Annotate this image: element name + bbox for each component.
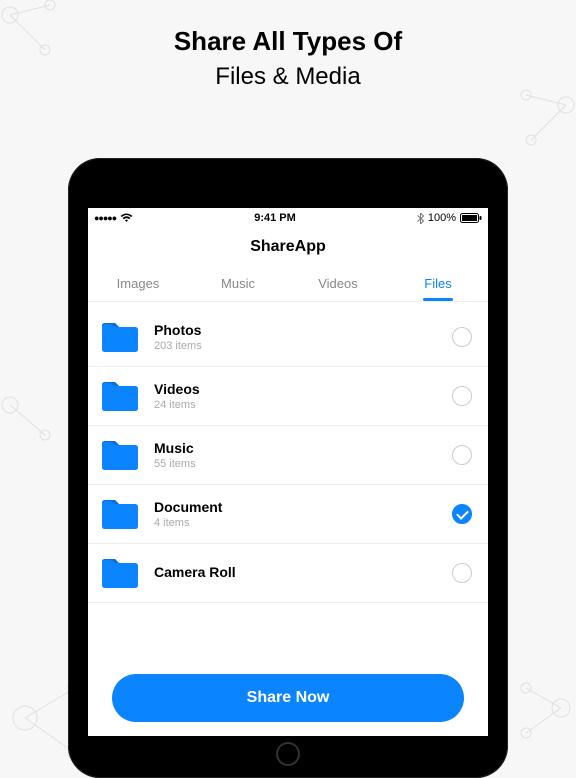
folder-count: 24 items (154, 399, 452, 411)
status-time: 9:41 PM (254, 212, 296, 224)
folder-icon (100, 497, 140, 531)
folder-name: Photos (154, 322, 452, 338)
tab-bar: ImagesMusicVideosFiles (88, 268, 488, 302)
tablet-frame: ●●●●● 9:41 PM 100% ShareApp ImagesMusicV… (68, 158, 508, 778)
folder-icon (100, 320, 140, 354)
folder-count: 4 items (154, 517, 452, 529)
folder-name: Videos (154, 381, 452, 397)
headline-line1: Share All Types Of (0, 26, 576, 57)
battery-percent: 100% (428, 212, 456, 224)
status-bar: ●●●●● 9:41 PM 100% (88, 208, 488, 228)
folder-count: 55 items (154, 458, 452, 470)
select-checkbox[interactable] (452, 504, 472, 524)
folder-name: Camera Roll (154, 564, 452, 580)
list-item[interactable]: Music 55 items (88, 426, 488, 485)
tab-music[interactable]: Music (188, 268, 288, 301)
folder-list: Photos 203 items Videos 24 items Music 55 ite… (88, 302, 488, 603)
wifi-icon (120, 213, 133, 223)
app-title: ShareApp (88, 228, 488, 268)
tab-videos[interactable]: Videos (288, 268, 388, 301)
bluetooth-icon (417, 213, 424, 224)
row-text: Photos 203 items (154, 322, 452, 352)
signal-dots-icon: ●●●●● (94, 213, 116, 223)
row-text: Music 55 items (154, 440, 452, 470)
select-checkbox[interactable] (452, 563, 472, 583)
list-item[interactable]: Videos 24 items (88, 367, 488, 426)
folder-name: Document (154, 499, 452, 515)
marketing-headline: Share All Types Of Files & Media (0, 0, 576, 91)
list-item[interactable]: Photos 203 items (88, 302, 488, 367)
list-item[interactable]: Document 4 items (88, 485, 488, 544)
folder-count: 203 items (154, 340, 452, 352)
screen: ●●●●● 9:41 PM 100% ShareApp ImagesMusicV… (88, 208, 488, 736)
folder-name: Music (154, 440, 452, 456)
list-item[interactable]: Camera Roll (88, 544, 488, 603)
folder-icon (100, 556, 140, 590)
battery-icon (460, 213, 482, 223)
headline-line2: Files & Media (0, 63, 576, 91)
select-checkbox[interactable] (452, 327, 472, 347)
tab-files[interactable]: Files (388, 268, 488, 301)
row-text: Camera Roll (154, 564, 452, 582)
folder-icon (100, 379, 140, 413)
share-now-button[interactable]: Share Now (112, 674, 464, 722)
tab-images[interactable]: Images (88, 268, 188, 301)
home-button-icon (276, 742, 300, 766)
select-checkbox[interactable] (452, 445, 472, 465)
select-checkbox[interactable] (452, 386, 472, 406)
row-text: Document 4 items (154, 499, 452, 529)
folder-icon (100, 438, 140, 472)
row-text: Videos 24 items (154, 381, 452, 411)
